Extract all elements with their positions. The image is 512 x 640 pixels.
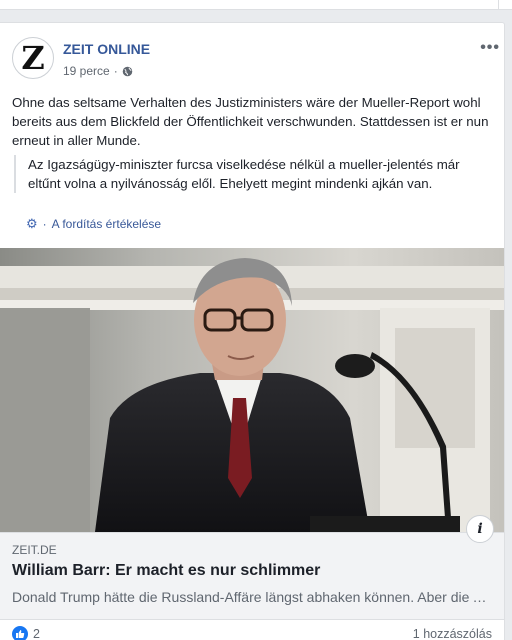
post-text: Ohne das seltsame Verhalten des Justizmi…: [12, 95, 489, 148]
post-meta: 19 perce ·: [63, 64, 133, 78]
link-domain: ZEIT.DE: [12, 543, 57, 557]
more-icon[interactable]: •••: [480, 39, 500, 57]
info-icon[interactable]: i: [466, 515, 494, 543]
page-name-link[interactable]: ZEIT ONLINE: [63, 41, 150, 57]
comment-count-link[interactable]: 1 hozzászólás: [413, 627, 492, 640]
link-preview-image[interactable]: [0, 248, 504, 532]
link-description: Donald Trump hätte die Russland-Affäre l…: [12, 589, 494, 605]
reactions-bar: 2 1 hozzászólás: [12, 626, 492, 640]
like-count[interactable]: 2: [33, 627, 40, 640]
link-headline[interactable]: William Barr: Er macht es nur schlimmer: [12, 562, 320, 580]
like-icon[interactable]: [12, 626, 28, 640]
link-preview[interactable]: i ZEIT.DE William Barr: Er macht es nur …: [0, 515, 504, 620]
previous-post-edge: [0, 0, 512, 10]
post-timestamp[interactable]: 19 perce: [63, 64, 110, 78]
rate-translation-label: A fordítás értékelése: [51, 217, 162, 231]
gear-icon: ⚙: [26, 216, 38, 231]
globe-icon: [122, 66, 133, 77]
rate-translation-link[interactable]: ⚙ · A fordítás értékelése: [26, 216, 161, 232]
avatar[interactable]: Z: [12, 37, 54, 79]
post-header: Z ZEIT ONLINE 19 perce · •••: [12, 37, 499, 83]
post-card: Z ZEIT ONLINE 19 perce · ••• Ohne das se…: [0, 22, 505, 640]
translated-text: Az Igazságügy-miniszter furcsa viselkedé…: [14, 155, 492, 193]
